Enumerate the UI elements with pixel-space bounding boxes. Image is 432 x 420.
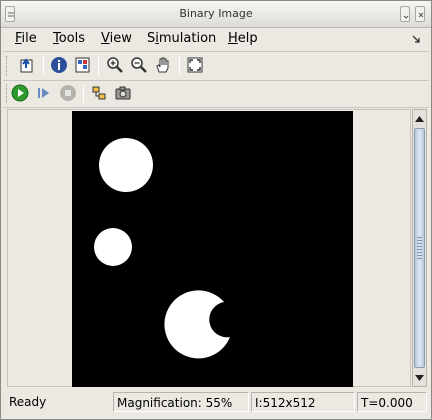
menu-tools[interactable]: Tools: [53, 31, 85, 46]
arrow-down-icon: [415, 374, 424, 381]
small-blob: [94, 228, 132, 266]
binary-image-content: [72, 111, 353, 387]
simulation-toolbar: [1, 81, 431, 107]
highlight-model-icon: [92, 86, 106, 100]
open-icon: [20, 58, 33, 73]
toolbar-separator: [98, 56, 99, 76]
dock-arrow-icon[interactable]: [411, 34, 421, 44]
minimize-icon: [403, 15, 409, 19]
close-icon: [418, 12, 424, 18]
pan-hand-icon: [156, 57, 169, 73]
menu-bar: File Tools View Simulation Help: [1, 28, 431, 50]
scroll-thumb-grip: [417, 237, 422, 261]
scroll-down-button[interactable]: [413, 371, 426, 384]
zoom-in-button[interactable]: [105, 55, 125, 75]
pixel-region-button[interactable]: [73, 55, 93, 75]
status-state: Ready: [9, 395, 47, 409]
menu-simulation[interactable]: Simulation: [147, 31, 216, 46]
pixel-region-icon: [75, 57, 90, 73]
scroll-up-button[interactable]: [413, 112, 426, 125]
step-forward-icon: [38, 88, 49, 98]
step-forward-button[interactable]: [34, 83, 54, 103]
snapshot-icon: [115, 86, 131, 100]
zoom-out-button[interactable]: [129, 55, 149, 75]
toolbar-separator: [43, 56, 44, 76]
open-button[interactable]: [17, 55, 37, 75]
title-bar: Binary Image: [1, 1, 431, 28]
toolbar-separator: [83, 84, 84, 103]
status-dimensions: I:512x512: [251, 392, 355, 412]
main-toolbar: [1, 52, 431, 80]
stop-simulation-button[interactable]: [58, 83, 78, 103]
large-blob: [99, 138, 153, 192]
fit-to-window-icon: [187, 57, 203, 73]
toolbar-bottom-divider: [3, 107, 429, 108]
pan-button[interactable]: [153, 55, 173, 75]
minimize-button[interactable]: [400, 6, 410, 22]
highlight-model-button[interactable]: [89, 83, 109, 103]
binary-image: [72, 111, 353, 387]
close-button[interactable]: [415, 6, 425, 22]
window-title: Binary Image: [179, 7, 253, 20]
vertical-scrollbar[interactable]: [412, 109, 427, 387]
stop-icon: [60, 85, 76, 101]
start-simulation-button[interactable]: [10, 83, 30, 103]
menu-view[interactable]: View: [101, 31, 132, 46]
start-icon: [11, 84, 29, 102]
snapshot-button[interactable]: [113, 83, 133, 103]
image-viewport[interactable]: [7, 109, 411, 387]
menu-file[interactable]: File: [15, 31, 37, 46]
arrow-up-icon: [415, 115, 424, 122]
toolbar-separator: [179, 56, 180, 76]
info-icon: [51, 57, 67, 73]
zoom-in-icon: [107, 57, 123, 73]
status-time: T=0.000: [357, 392, 427, 412]
zoom-out-icon: [131, 57, 147, 73]
fit-to-window-button[interactable]: [185, 55, 205, 75]
toolbar-grip[interactable]: [6, 84, 9, 103]
viewer-window: Binary Image File Tools View Simulation …: [0, 0, 432, 420]
menu-help[interactable]: Help: [228, 31, 258, 46]
toolbar-grip[interactable]: [6, 56, 9, 76]
image-info-button[interactable]: [49, 55, 69, 75]
scroll-thumb[interactable]: [414, 128, 425, 368]
status-magnification: Magnification: 55%: [113, 392, 249, 412]
status-bar: Ready Magnification: 55% I:512x512 T=0.0…: [1, 390, 431, 414]
